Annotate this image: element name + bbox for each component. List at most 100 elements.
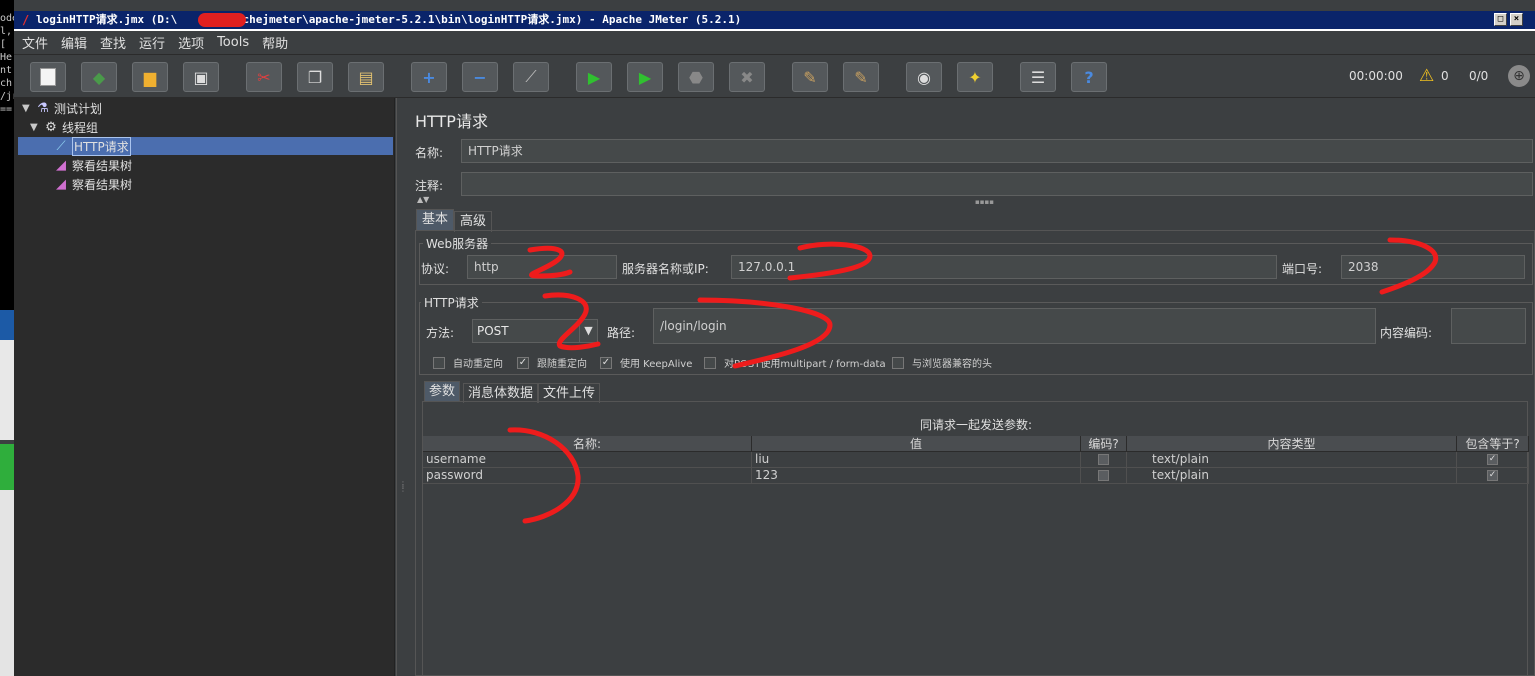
checkmark-icon[interactable]: ✓ — [600, 356, 612, 369]
tab-advanced[interactable]: 高级 — [454, 211, 493, 232]
comment-label: 注释: — [415, 179, 444, 193]
cell-name[interactable]: password — [423, 468, 752, 484]
col-header-name[interactable]: 名称: — [423, 436, 752, 452]
cell-include-equals[interactable]: ✓ — [1457, 452, 1529, 468]
warning-icon[interactable]: ⚠ — [1419, 66, 1434, 86]
name-input[interactable]: HTTP请求 — [461, 139, 1533, 163]
paste-icon[interactable]: ▤ — [348, 62, 384, 92]
tree-label-thread-group: 线程组 — [62, 120, 99, 135]
tab-body-data[interactable]: 消息体数据 — [463, 383, 539, 403]
table-row[interactable]: password 123 text/plain ✓ — [423, 468, 1529, 484]
test-plan-tree: ▼ ⚗ 测试计划 ▼ ⚙ 线程组 ⟋ HTTP请求 ◢ 察看结果树 ◢ 察看结果… — [14, 98, 395, 676]
cell-include-equals[interactable]: ✓ — [1457, 468, 1529, 484]
parameters-caption: 同请求一起发送参数: — [919, 418, 1033, 432]
content-encoding-input[interactable] — [1451, 308, 1526, 344]
start-icon[interactable]: ▶ — [576, 62, 612, 92]
templates-icon[interactable]: ◆ — [81, 62, 117, 92]
server-input[interactable]: 127.0.0.1 — [731, 255, 1277, 279]
cell-value[interactable]: 123 — [752, 468, 1081, 484]
menu-run[interactable]: 运行 — [139, 33, 165, 52]
method-select[interactable]: POST ▼ — [472, 319, 598, 343]
stop-icon[interactable]: ⬣ — [678, 62, 714, 92]
menu-search[interactable]: 查找 — [100, 33, 126, 52]
checkbox-auto-redirect[interactable]: 自动重定向 — [433, 355, 503, 370]
checkbox-box[interactable] — [1098, 454, 1109, 465]
collapse-icon[interactable]: − — [462, 62, 498, 92]
tab-basic[interactable]: 基本 — [416, 209, 455, 230]
search-icon[interactable]: ◉ — [906, 62, 942, 92]
checkbox-auto-redirect-box[interactable] — [433, 356, 445, 369]
save-icon[interactable]: ▣ — [183, 62, 219, 92]
help-icon[interactable]: ? — [1071, 62, 1107, 92]
tree-node-listener-1[interactable]: ◢ 察看结果树 — [52, 156, 132, 174]
flask-icon: ⚗ — [37, 100, 49, 116]
function-helper-icon[interactable]: ☰ — [1020, 62, 1056, 92]
clear-icon[interactable]: ✎ — [792, 62, 828, 92]
menu-file[interactable]: 文件 — [22, 33, 48, 52]
checkmark-icon[interactable]: ✓ — [1487, 470, 1498, 481]
cell-value[interactable]: liu — [752, 452, 1081, 468]
menu-tools[interactable]: Tools — [217, 35, 249, 50]
divider-grip-icon[interactable]: ▪▪▪▪ — [975, 198, 994, 206]
path-input[interactable]: /login/login — [653, 308, 1376, 344]
collapse-arrows-icon[interactable]: ▲▼ — [417, 195, 429, 204]
method-value: POST — [477, 324, 509, 338]
close-button[interactable]: × — [1510, 13, 1523, 26]
table-row[interactable]: username liu text/plain ✓ — [423, 452, 1529, 468]
toggle-icon[interactable]: ⟋ — [513, 62, 549, 92]
clear-all-icon[interactable]: ✎ — [843, 62, 879, 92]
shutdown-icon[interactable]: ✖ — [729, 62, 765, 92]
remote-status-icon[interactable]: ⊕ — [1508, 65, 1530, 87]
checkbox-multipart-box[interactable] — [704, 356, 716, 369]
tab-files-upload[interactable]: 文件上传 — [538, 383, 601, 403]
active-threads: 0/0 — [1469, 69, 1489, 83]
menu-edit[interactable]: 编辑 — [61, 33, 87, 52]
tree-node-http-request[interactable]: ⟋ HTTP请求 — [18, 136, 393, 156]
chevron-down-icon[interactable]: ▼ — [579, 320, 597, 342]
checkmark-icon[interactable]: ✓ — [517, 356, 529, 369]
cell-name[interactable]: username — [423, 452, 752, 468]
server-label: 服务器名称或IP: — [622, 262, 709, 276]
checkbox-follow-redirect[interactable]: ✓ 跟随重定向 — [517, 355, 587, 370]
checkbox-keepalive[interactable]: ✓ 使用 KeepAlive — [600, 355, 692, 370]
background-console: ode l, [He nt ch/jr == — [0, 0, 14, 310]
maximize-button[interactable]: □ — [1494, 13, 1507, 26]
cell-encode[interactable] — [1081, 452, 1127, 468]
expand-icon[interactable]: + — [411, 62, 447, 92]
gear-icon: ⚙ — [45, 119, 57, 135]
checkbox-browser-headers[interactable]: 与浏览器兼容的头 — [892, 355, 992, 370]
port-input[interactable]: 2038 — [1341, 255, 1525, 279]
cell-encode[interactable] — [1081, 468, 1127, 484]
checkbox-box[interactable] — [1098, 470, 1109, 481]
protocol-input[interactable]: http — [467, 255, 617, 279]
graph-icon: ◢ — [56, 176, 66, 192]
col-header-include-equals[interactable]: 包含等于? — [1457, 436, 1529, 452]
col-header-encode[interactable]: 编码? — [1081, 436, 1127, 452]
checkmark-icon[interactable]: ✓ — [1487, 454, 1498, 465]
reset-search-icon[interactable]: ✦ — [957, 62, 993, 92]
comment-input[interactable] — [461, 172, 1533, 196]
expand-arrow-icon[interactable]: ▼ — [22, 103, 34, 114]
tree-node-listener-2[interactable]: ◢ 察看结果树 — [52, 175, 132, 193]
open-icon[interactable]: ▆ — [132, 62, 168, 92]
expand-arrow-icon[interactable]: ▼ — [30, 122, 42, 133]
parameters-panel: 同请求一起发送参数: 名称: 值 编码? 内容类型 包含等于? username… — [422, 401, 1529, 676]
checkbox-multipart[interactable]: 对POST使用multipart / form-data — [704, 355, 886, 370]
menu-options[interactable]: 选项 — [178, 33, 204, 52]
window-title-bar[interactable]: / loginHTTP请求.jmx (D:\ pachejmeter\apache… — [14, 11, 1535, 29]
tab-parameters[interactable]: 参数 — [424, 381, 461, 401]
tree-node-test-plan[interactable]: ▼ ⚗ 测试计划 — [22, 99, 102, 117]
copy-icon[interactable]: ❐ — [297, 62, 333, 92]
cell-content-type[interactable]: text/plain — [1127, 468, 1457, 484]
cell-content-type[interactable]: text/plain — [1127, 452, 1457, 468]
start-no-pauses-icon[interactable]: ▶ — [627, 62, 663, 92]
col-header-content-type[interactable]: 内容类型 — [1127, 436, 1457, 452]
checkbox-browser-headers-box[interactable] — [892, 356, 904, 369]
desktop-window-edge — [0, 340, 14, 440]
col-header-value[interactable]: 值 — [752, 436, 1081, 452]
cut-icon[interactable]: ✂ — [246, 62, 282, 92]
pane-splitter[interactable]: ⋮ ⋮ — [396, 98, 407, 676]
tree-node-thread-group[interactable]: ▼ ⚙ 线程组 — [30, 118, 98, 136]
menu-help[interactable]: 帮助 — [262, 33, 288, 52]
new-icon[interactable] — [30, 62, 66, 92]
